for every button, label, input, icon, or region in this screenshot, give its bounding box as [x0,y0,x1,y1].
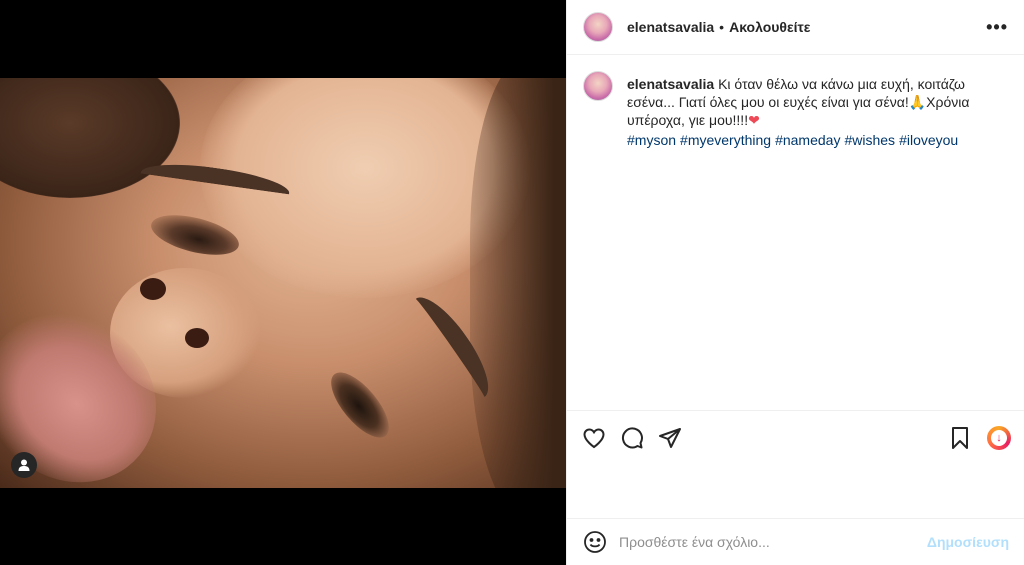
hashtag-link[interactable]: #myeverything [680,132,771,148]
post-comment-button[interactable]: Δημοσίευση [927,534,1009,550]
hashtag-link[interactable]: #iloveyou [899,132,958,148]
bookmark-icon[interactable] [947,425,973,451]
photo-region [140,278,166,300]
hashtag-link[interactable]: #nameday [775,132,840,148]
smiley-face-icon[interactable] [583,530,607,554]
photo-region [470,78,566,488]
post-caption: elenatsavalia Κι όταν θέλω να κάνω μια ε… [567,55,1024,149]
hashtag-list: #myson #myeverything #nameday #wishes #ilove… [627,131,997,149]
avatar[interactable] [583,71,613,101]
post-media [0,0,566,565]
separator-dot: • [719,19,725,35]
comment-input[interactable] [619,534,927,550]
post-side-panel: elenatsavalia • Ακολουθείτε ••• elenatsa… [566,0,1024,565]
photo-region [185,328,209,348]
post-photo[interactable] [0,78,566,488]
post-username[interactable]: elenatsavalia [627,19,714,35]
following-button[interactable]: Ακολουθείτε [729,19,810,35]
post-header: elenatsavalia • Ακολουθείτε ••• [567,0,1024,55]
caption-username[interactable]: elenatsavalia [627,76,714,92]
download-arrow-icon: ↓ [991,429,1007,446]
caption-body: elenatsavalia Κι όταν θέλω να κάνω μια ε… [627,75,997,149]
download-extension-icon[interactable]: ↓ [987,425,1011,450]
more-horizontal-icon[interactable]: ••• [986,17,1008,38]
post-actions: ↓ [567,410,1024,464]
comment-bubble-icon[interactable] [619,425,645,451]
paper-plane-icon[interactable] [657,425,683,451]
heart-emoji: ❤ [748,112,760,128]
comment-box: Δημοσίευση [567,518,1024,565]
avatar[interactable] [583,12,613,42]
hashtag-link[interactable]: #myson [627,132,676,148]
actions-right: ↓ [947,425,1011,451]
hashtag-link[interactable]: #wishes [844,132,895,148]
tagged-user-icon[interactable] [11,452,37,478]
photo-region [321,363,399,447]
heart-outline-icon[interactable] [581,425,607,451]
